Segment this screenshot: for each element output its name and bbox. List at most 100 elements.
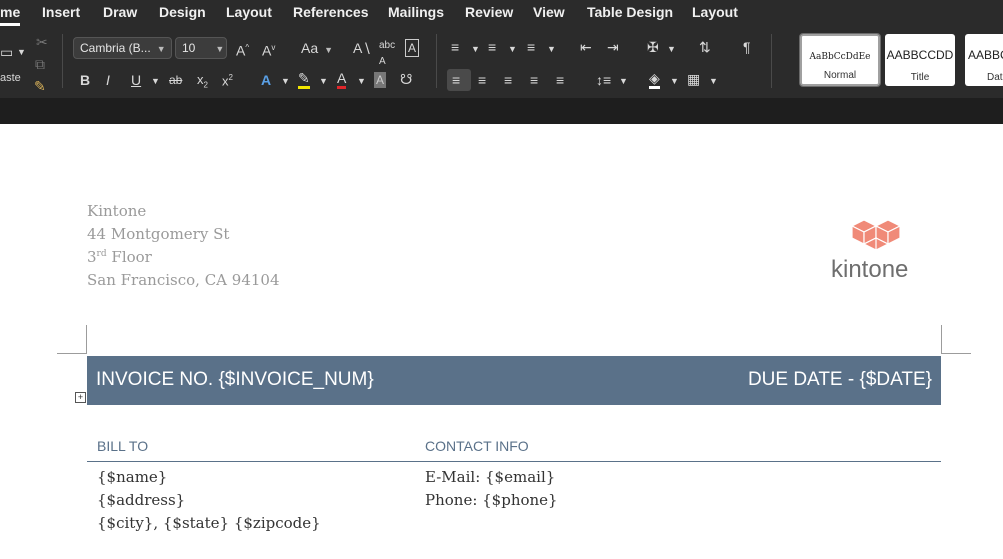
menu-view[interactable]: View — [533, 4, 565, 20]
distributed-icon[interactable]: ≡ — [556, 72, 564, 88]
ribbon-separator — [436, 34, 437, 88]
table-move-handle-icon[interactable]: + — [75, 392, 86, 403]
menu-table-design[interactable]: Table Design — [587, 4, 673, 20]
sender-city: San Francisco, CA 94104 — [87, 271, 280, 289]
show-formatting-marks-icon[interactable]: ¶ — [743, 39, 751, 55]
character-shading-icon[interactable]: A — [374, 72, 387, 88]
line-spacing-icon[interactable]: ↕≡ — [596, 72, 611, 88]
underline-icon[interactable]: U — [131, 72, 141, 88]
chevron-down-icon[interactable]: ▼ — [619, 73, 628, 89]
sort-icon[interactable]: ⇅ — [699, 39, 711, 55]
floor-suffix: rd — [96, 249, 107, 259]
clear-formatting-icon[interactable]: A∖ — [353, 40, 371, 56]
style-date[interactable]: AABBC Dat — [965, 34, 1003, 86]
chevron-down-icon: ▼ — [324, 45, 334, 55]
subscript-icon[interactable]: x2 — [197, 72, 208, 94]
increase-indent-icon[interactable]: ⇥ — [607, 39, 619, 55]
styles-gallery: AaBbCcDdEe Normal AABBCCDD Title AABBC D… — [799, 33, 1003, 88]
format-painter-icon[interactable]: ✎ — [34, 78, 46, 94]
ribbon-bottom-strip — [0, 98, 1003, 124]
menu-design[interactable]: Design — [159, 4, 206, 20]
chevron-down-icon[interactable]: ▼ — [281, 73, 290, 89]
document-page: Kintone 44 Montgomery St 3rd Floor San F… — [0, 124, 1003, 559]
change-case-button[interactable]: Aa ▼ — [301, 40, 333, 58]
align-right-icon[interactable]: ≡ — [504, 72, 512, 88]
copy-icon[interactable]: ⧉ — [35, 56, 45, 72]
bullets-icon[interactable]: ≡ — [451, 39, 459, 55]
bill-to-heading: BILL TO — [97, 438, 149, 454]
chevron-down-icon[interactable]: ▼ — [357, 73, 366, 89]
bold-icon[interactable]: B — [80, 72, 90, 88]
align-center-icon[interactable]: ≡ — [478, 72, 486, 88]
ribbon-separator — [771, 34, 772, 88]
character-border-icon[interactable]: A — [405, 39, 420, 57]
style-name: Normal — [823, 70, 857, 81]
contact-email: E-Mail: {$email} — [425, 468, 556, 486]
font-name-value: Cambria (B... — [80, 41, 151, 55]
cut-icon[interactable]: ✂ — [36, 34, 48, 50]
style-title[interactable]: AABBCCDD Title — [885, 34, 955, 86]
chevron-down-icon[interactable]: ▼ — [508, 41, 517, 57]
font-color-icon[interactable]: A — [337, 70, 347, 89]
style-sample: AABBCCDD — [886, 48, 954, 62]
kintone-logo-icon — [850, 219, 902, 251]
ribbon-home: ▭ aste ▼ ✂ ⧉ ✎ Cambria (B... ▼ 10 ▼ A^ Av … — [0, 26, 1003, 98]
menu-mailings[interactable]: Mailings — [388, 4, 444, 20]
numbering-icon[interactable]: ≡ — [488, 39, 496, 55]
floor-number: 3 — [87, 248, 97, 266]
ribbon-separator — [62, 34, 63, 88]
chevron-down-icon[interactable]: ▼ — [667, 41, 676, 57]
contact-info-heading: CONTACT INFO — [425, 438, 529, 454]
bill-to-city: {$city}, {$state} {$zipcode} — [97, 514, 321, 532]
crop-mark — [942, 353, 971, 354]
shading-icon[interactable]: ◈ — [649, 70, 660, 89]
crop-mark — [86, 325, 87, 354]
chevron-down-icon[interactable]: ▼ — [471, 41, 480, 57]
bill-to-address: {$address} — [97, 491, 186, 509]
chevron-down-icon[interactable]: ▼ — [151, 73, 160, 89]
decrease-indent-icon[interactable]: ⇤ — [580, 39, 592, 55]
paste-icon[interactable]: ▭ — [0, 44, 13, 60]
sender-floor: 3rd Floor — [87, 248, 152, 266]
font-name-select[interactable]: Cambria (B... ▼ — [73, 37, 172, 59]
chevron-down-icon[interactable]: ▼ — [547, 41, 556, 57]
menu-layout[interactable]: Layout — [226, 4, 272, 20]
asian-layout-icon[interactable]: ✠ — [647, 39, 659, 55]
paste-chevron-icon[interactable]: ▼ — [17, 44, 26, 60]
font-size-select[interactable]: 10 ▼ — [175, 37, 227, 59]
borders-icon[interactable]: ▦ — [687, 71, 700, 87]
style-name: Dat — [987, 72, 1003, 83]
section-divider — [87, 461, 941, 462]
crop-mark — [941, 325, 942, 354]
grow-font-icon[interactable]: A^ — [236, 40, 249, 59]
justify-icon[interactable]: ≡ — [530, 72, 538, 88]
style-name: Title — [910, 72, 930, 83]
shrink-font-icon[interactable]: Av — [262, 40, 275, 59]
menu-table-layout[interactable]: Layout — [692, 4, 738, 20]
paste-label: aste — [0, 72, 21, 84]
highlight-icon[interactable]: ✎ — [298, 70, 310, 89]
style-normal[interactable]: AaBbCcDdEe Normal — [799, 33, 881, 87]
menu-insert[interactable]: Insert — [42, 4, 80, 20]
multilevel-list-icon[interactable]: ≡ — [527, 39, 535, 55]
menu-references[interactable]: References — [293, 4, 369, 20]
chevron-down-icon[interactable]: ▼ — [709, 73, 718, 89]
text-effects-icon[interactable]: A — [261, 72, 271, 88]
strikethrough-icon[interactable]: ab — [169, 72, 182, 88]
italic-icon[interactable]: I — [106, 72, 110, 88]
superscript-icon[interactable]: x2 — [222, 70, 233, 89]
enclose-characters-icon[interactable]: ☋ — [400, 71, 412, 87]
menu-review[interactable]: Review — [465, 4, 513, 20]
chevron-down-icon[interactable]: ▼ — [319, 73, 328, 89]
invoice-number: INVOICE NO. {$INVOICE_NUM} — [96, 369, 374, 390]
align-left-icon[interactable]: ≡ — [452, 72, 460, 88]
sender-company: Kintone — [87, 202, 147, 220]
chevron-down-icon[interactable]: ▼ — [670, 73, 679, 89]
menu-draw[interactable]: Draw — [103, 4, 137, 20]
change-case-label: Aa — [301, 40, 319, 56]
due-date: DUE DATE - {$DATE} — [747, 369, 932, 390]
menu-home[interactable]: me — [0, 4, 20, 20]
logo-text: kintone — [831, 256, 909, 283]
bill-to-name: {$name} — [97, 468, 168, 486]
phonetic-guide-icon[interactable]: abc A — [379, 38, 395, 70]
